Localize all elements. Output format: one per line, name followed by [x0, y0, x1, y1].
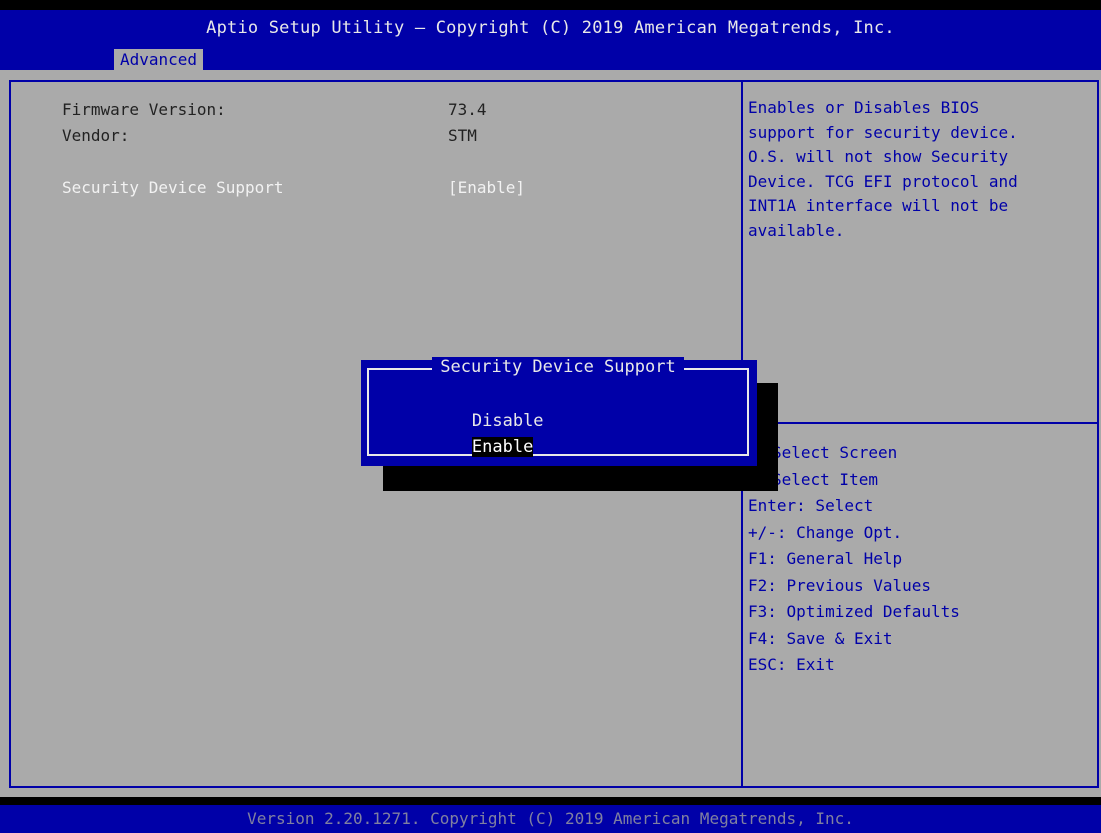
help-line: INT1A interface will not be: [748, 196, 1009, 215]
footer-version: Version 2.20.1271. Copyright (C) 2019 Am…: [0, 805, 1101, 833]
key-help-f4: F4: Save & Exit: [748, 628, 893, 648]
popup-title-text: Security Device Support: [432, 357, 684, 377]
key-help-list: Select Screen Select Item Enter: Select …: [748, 440, 1096, 679]
help-text: Enables or Disables BIOS support for sec…: [748, 96, 1096, 243]
option-enable-label: Enable: [471, 437, 534, 457]
security-device-support-popup: Security Device Support Disable Enable: [361, 357, 757, 466]
key-help-f1: F1: General Help: [748, 549, 903, 568]
key-help-change-opt: +/-: Change Opt.: [748, 522, 903, 542]
help-line: available.: [748, 220, 845, 240]
firmware-version-value: 73.4: [448, 100, 487, 119]
help-line: Device. TCG EFI protocol and: [748, 171, 1018, 191]
help-line: Enables or Disables BIOS: [748, 98, 980, 117]
option-enable[interactable]: Enable: [390, 414, 534, 480]
vendor-value: STM: [448, 126, 477, 145]
firmware-version-label: Firmware Version:: [62, 100, 226, 119]
key-help-f3: F3: Optimized Defaults: [748, 602, 960, 621]
security-device-support-value[interactable]: [Enable]: [448, 178, 525, 197]
help-line: support for security device.: [748, 122, 1018, 142]
help-line: O.S. will not show Security: [748, 147, 1009, 166]
help-divider: [743, 422, 1099, 424]
key-help-f2: F2: Previous Values: [748, 575, 932, 595]
key-help-enter: Enter: Select: [748, 496, 874, 515]
title-bar: Aptio Setup Utility – Copyright (C) 2019…: [0, 10, 1101, 70]
popup-border: Security Device Support Disable Enable: [367, 357, 749, 457]
bios-screen: Aptio Setup Utility – Copyright (C) 2019…: [0, 0, 1101, 833]
key-help-select-item: Select Item: [772, 469, 878, 489]
popup-title: Security Device Support: [369, 357, 747, 377]
key-help-esc: ESC: Exit: [748, 655, 835, 674]
vendor-label: Vendor:: [62, 126, 130, 145]
security-device-support-label[interactable]: Security Device Support: [62, 178, 284, 197]
tab-advanced[interactable]: Advanced: [114, 49, 204, 70]
key-help-select-screen: Select Screen: [772, 443, 898, 462]
app-title: Aptio Setup Utility – Copyright (C) 2019…: [206, 18, 895, 38]
